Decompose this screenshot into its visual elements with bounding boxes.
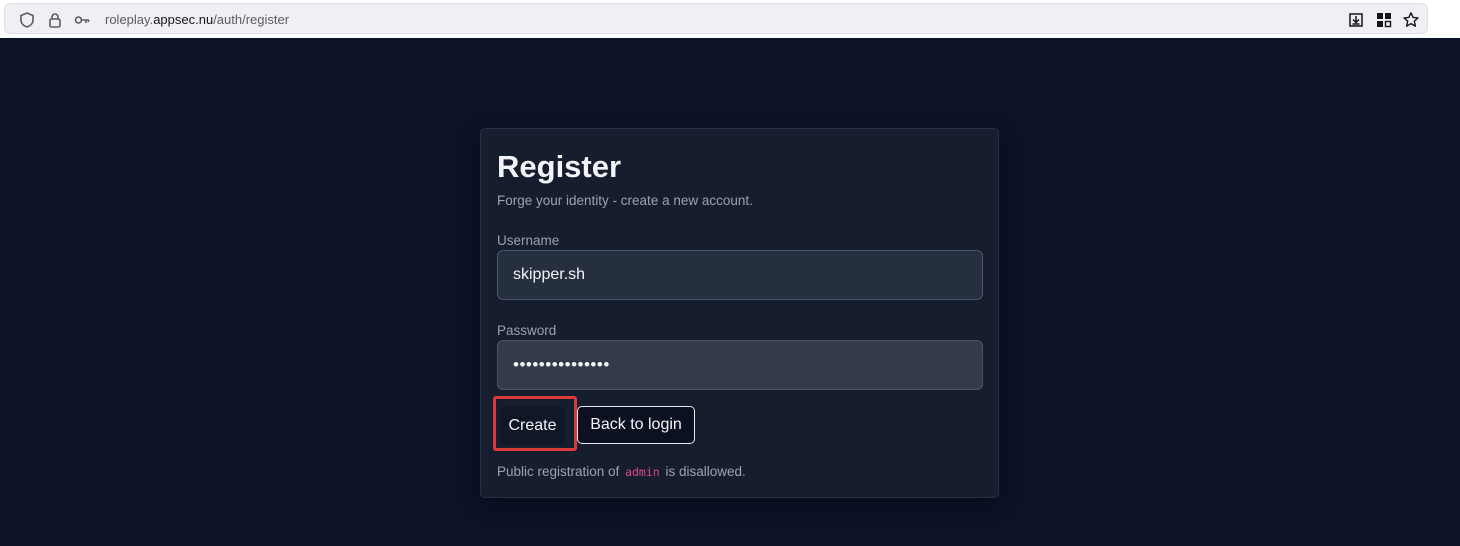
star-icon[interactable] (1402, 11, 1420, 29)
page-background: Register Forge your identity - create a … (0, 38, 1460, 546)
key-icon[interactable] (73, 11, 91, 29)
password-label: Password (497, 323, 557, 338)
username-input[interactable]: skipper.sh (497, 250, 983, 300)
password-input[interactable]: ••••••••••••••• (497, 340, 983, 390)
lock-icon[interactable] (46, 11, 64, 29)
shield-icon[interactable] (18, 11, 36, 29)
address-bar[interactable]: roleplay.appsec.nu/auth/register (4, 3, 1428, 34)
page-subtitle: Forge your identity - create a new accou… (497, 193, 753, 208)
note-code-admin: admin (625, 465, 660, 479)
username-label: Username (497, 233, 560, 248)
note-text-after: is disallowed. (665, 464, 746, 479)
page-title: Register (497, 149, 622, 184)
create-button[interactable]: Create (500, 407, 565, 445)
download-icon[interactable] (1347, 11, 1365, 29)
url-text[interactable]: roleplay.appsec.nu/auth/register (105, 11, 289, 29)
registration-note: Public registration of admin is disallow… (497, 463, 746, 481)
note-text-before: Public registration of (497, 464, 620, 479)
back-to-login-button[interactable]: Back to login (577, 406, 695, 444)
browser-toolbar: roleplay.appsec.nu/auth/register (0, 0, 1460, 38)
register-card: Register Forge your identity - create a … (480, 128, 999, 498)
extensions-icon[interactable] (1375, 11, 1393, 29)
